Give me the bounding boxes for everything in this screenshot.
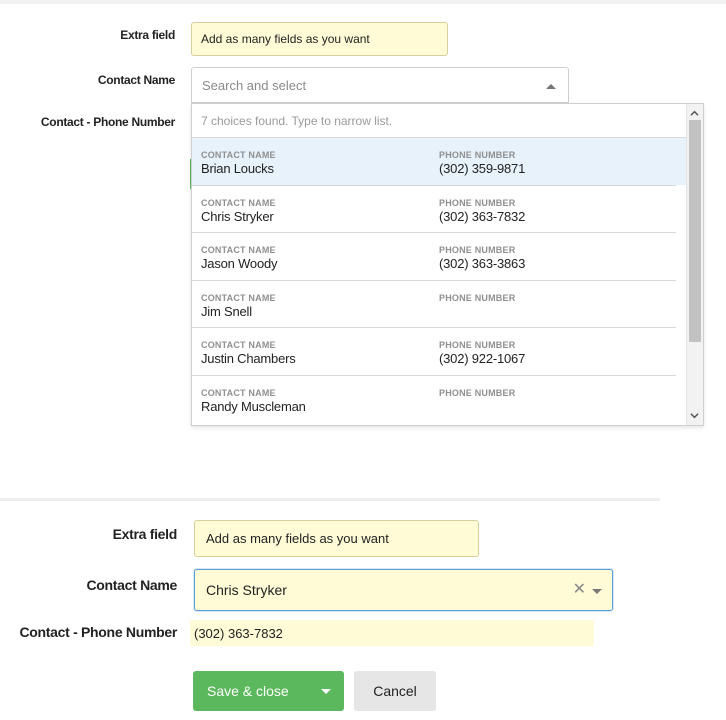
dropdown-option[interactable]: CONTACT NAME Justin Chambers PHONE NUMBER… — [192, 327, 676, 375]
option-phone: (302) 922-1067 — [439, 351, 526, 366]
col-caption: PHONE NUMBER — [439, 150, 516, 160]
col-caption: CONTACT NAME — [201, 292, 276, 303]
col-caption: CONTACT NAME — [201, 197, 276, 208]
col-caption: PHONE NUMBER — [439, 245, 516, 255]
scroll-thumb[interactable] — [689, 120, 701, 342]
top-divider — [0, 0, 726, 4]
option-phone: (302) 359-9871 — [439, 161, 526, 176]
section-divider — [0, 498, 660, 501]
extra-field-input[interactable]: Add as many fields as you want — [191, 22, 448, 56]
dropdown-option[interactable]: CONTACT NAME Chris Stryker PHONE NUMBER (3… — [192, 184, 676, 233]
col-caption: PHONE NUMBER — [439, 340, 516, 350]
contact-name-value: Chris Stryker — [206, 582, 287, 598]
dropdown-option[interactable]: CONTACT NAME Brian Loucks PHONE NUMBER (30… — [192, 137, 686, 185]
contact-name-select[interactable]: Search and select — [191, 67, 569, 103]
dropdown-scrollbar[interactable] — [686, 104, 703, 425]
save-options-toggle[interactable] — [308, 671, 344, 711]
option-phone: (302) 363-7832 — [439, 208, 526, 224]
option-name: Chris Stryker — [201, 208, 274, 224]
contact-name-placeholder: Search and select — [202, 77, 307, 93]
save-close-label: Save & close — [207, 683, 289, 699]
option-name: Jim Snell — [201, 303, 252, 319]
phone-number-label-2: Contact - Phone Number — [19, 624, 177, 640]
choices-count: 7 choices found. Type to narrow list. — [201, 114, 393, 128]
option-name: Jason Woody — [201, 256, 278, 271]
caret-down-icon[interactable] — [592, 589, 602, 594]
scroll-down-icon[interactable] — [690, 411, 699, 420]
col-caption: PHONE NUMBER — [439, 292, 516, 303]
cancel-button[interactable]: Cancel — [354, 671, 436, 711]
contact-name-select-2[interactable]: Chris Stryker ✕ — [194, 569, 613, 611]
extra-field-label-2: Extra field — [112, 526, 178, 542]
contact-name-label-2: Contact Name — [86, 577, 177, 593]
caret-down-icon — [321, 688, 331, 694]
col-caption: CONTACT NAME — [201, 150, 276, 160]
contact-dropdown[interactable]: 7 choices found. Type to narrow list. CO… — [191, 103, 704, 426]
col-caption: PHONE NUMBER — [439, 197, 516, 208]
col-caption: CONTACT NAME — [201, 245, 276, 255]
dropdown-option[interactable]: CONTACT NAME Jim Snell PHONE NUMBER — [192, 279, 676, 328]
phone-number-label: Contact - Phone Number — [40, 115, 175, 129]
option-name: Brian Loucks — [201, 161, 274, 176]
phone-number-value: (302) 363-7832 — [190, 620, 594, 646]
dropdown-option[interactable]: CONTACT NAME Jason Woody PHONE NUMBER (302… — [192, 232, 676, 280]
caret-up-icon[interactable] — [546, 84, 556, 89]
clear-icon[interactable]: ✕ — [573, 582, 586, 598]
option-name: Justin Chambers — [201, 351, 296, 366]
option-phone: (302) 363-3863 — [439, 256, 526, 271]
col-caption: PHONE NUMBER — [439, 387, 516, 398]
contact-name-label: Contact Name — [97, 73, 175, 87]
dropdown-list: CONTACT NAME Brian Loucks PHONE NUMBER (30… — [192, 137, 686, 422]
save-close-button[interactable]: Save & close — [193, 671, 344, 711]
extra-field-input-2[interactable]: Add as many fields as you want — [194, 520, 479, 557]
col-caption: CONTACT NAME — [201, 387, 276, 398]
dropdown-option[interactable]: CONTACT NAME Randy Muscleman PHONE NUMBER — [192, 374, 676, 423]
scroll-up-icon[interactable] — [690, 109, 699, 118]
extra-field-label: Extra field — [120, 28, 175, 42]
option-name: Randy Muscleman — [201, 398, 306, 414]
col-caption: CONTACT NAME — [201, 340, 276, 350]
